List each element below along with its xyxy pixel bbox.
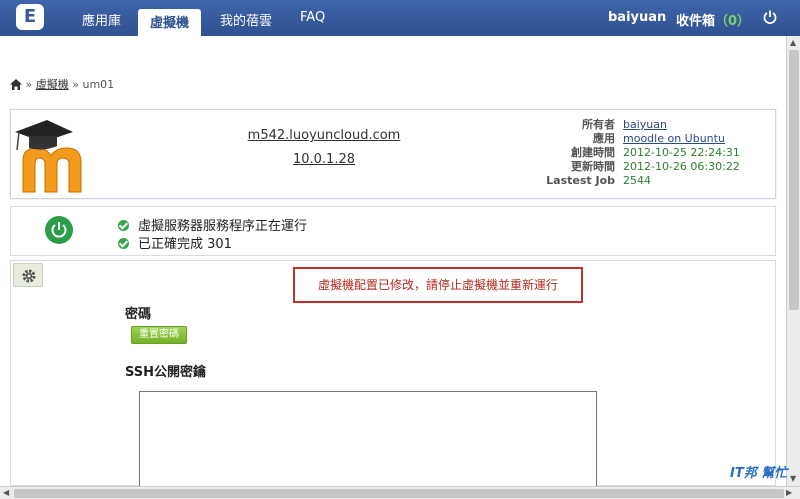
reset-password-button[interactable]: 重置密碼 — [131, 326, 187, 344]
vm-hostname-link[interactable]: m542.luoyuncloud.com — [211, 128, 437, 143]
vm-meta-values: baiyuan moodle on Ubuntu 2012-10-25 22:2… — [623, 118, 740, 188]
nav-tab-faq[interactable]: FAQ — [300, 10, 325, 25]
password-section-title: 密碼 — [125, 307, 152, 322]
nav-tab-virtual-machines[interactable]: 虛擬機 — [138, 9, 202, 36]
latest-job-label: Lastest Job — [546, 174, 615, 187]
created-value: 2012-10-25 22:24:31 — [623, 146, 740, 159]
app-link[interactable]: moodle on Ubuntu — [623, 132, 740, 146]
top-navbar: E 應用庫 虛擬機 我的蓓雲 FAQ baiyuan 收件箱（0） — [0, 0, 800, 36]
gear-icon — [22, 269, 36, 283]
moodle-logo-icon — [15, 120, 82, 193]
breadcrumb-vm-link[interactable]: 虛擬機 — [36, 78, 69, 91]
updated-label: 更新時間 — [571, 160, 615, 173]
breadcrumb-current: um01 — [82, 78, 115, 91]
inbox-label: 收件箱 — [676, 14, 716, 29]
power-icon — [51, 222, 67, 238]
breadcrumb: » 虛擬機 » um01 — [10, 76, 114, 92]
status-completed-text: 已正確完成 301 — [138, 237, 232, 252]
scroll-left-arrow-icon[interactable]: ◀ — [3, 488, 9, 498]
updated-value: 2012-10-26 06:30:22 — [623, 160, 740, 173]
main-content: » 虛擬機 » um01 m542.luoyuncloud.com 10.0.1… — [0, 36, 786, 491]
vm-ip-link[interactable]: 10.0.1.28 — [211, 152, 437, 167]
user-name-link[interactable]: baiyuan — [608, 10, 666, 25]
horizontal-scrollbar[interactable]: ◀ ▶ — [0, 486, 800, 499]
owner-label: 所有者 — [582, 118, 615, 131]
check-icon — [118, 220, 129, 231]
home-icon[interactable] — [10, 79, 22, 90]
scroll-right-arrow-icon[interactable]: ▶ — [786, 488, 792, 498]
vertical-scroll-thumb[interactable] — [789, 50, 799, 310]
vm-meta-labels: 所有者 應用 創建時間 更新時間 Lastest Job — [491, 118, 615, 188]
app-label: 應用 — [593, 132, 615, 145]
logout-power-icon[interactable] — [762, 9, 778, 25]
breadcrumb-separator: » — [72, 78, 79, 91]
status-running-text: 虛擬服務器服務程序正在運行 — [138, 219, 308, 234]
scroll-up-arrow-icon[interactable]: ▲ — [790, 38, 796, 48]
owner-link[interactable]: baiyuan — [623, 118, 740, 132]
site-watermark: IT邦 幫忙 — [730, 466, 788, 481]
latest-job-value: 2544 — [623, 174, 651, 187]
ssh-key-textarea[interactable] — [139, 391, 597, 491]
status-running-line: 虛擬服務器服務程序正在運行 — [118, 215, 307, 234]
nav-tab-my-cloud[interactable]: 我的蓓雲 — [220, 10, 272, 29]
inbox-link[interactable]: 收件箱（0） — [676, 10, 750, 29]
horizontal-scroll-thumb[interactable] — [14, 489, 784, 498]
config-changed-alert: 虛擬機配置已修改，請停止虛擬機並重新運行 — [293, 267, 583, 303]
created-label: 創建時間 — [571, 146, 615, 159]
inbox-count: （0） — [715, 14, 751, 29]
status-completed-line: 已正確完成 301 — [118, 233, 232, 252]
nav-tab-app-library[interactable]: 應用庫 — [82, 10, 121, 29]
settings-button[interactable] — [13, 263, 43, 287]
app-logo-icon[interactable]: E — [16, 4, 44, 30]
breadcrumb-separator: » — [25, 78, 33, 91]
vm-info-panel: m542.luoyuncloud.com 10.0.1.28 所有者 應用 創建… — [10, 109, 776, 199]
vertical-scrollbar[interactable]: ▲ ▼ — [786, 36, 800, 486]
check-icon — [118, 238, 129, 249]
vm-status-panel: 虛擬服務器服務程序正在運行 已正確完成 301 — [10, 206, 776, 256]
ssh-key-section-title: SSH公開密鑰 — [125, 365, 207, 380]
vm-config-panel: 虛擬機配置已修改，請停止虛擬機並重新運行 密碼 重置密碼 SSH公開密鑰 — [10, 260, 776, 491]
vm-power-button[interactable] — [45, 216, 73, 244]
